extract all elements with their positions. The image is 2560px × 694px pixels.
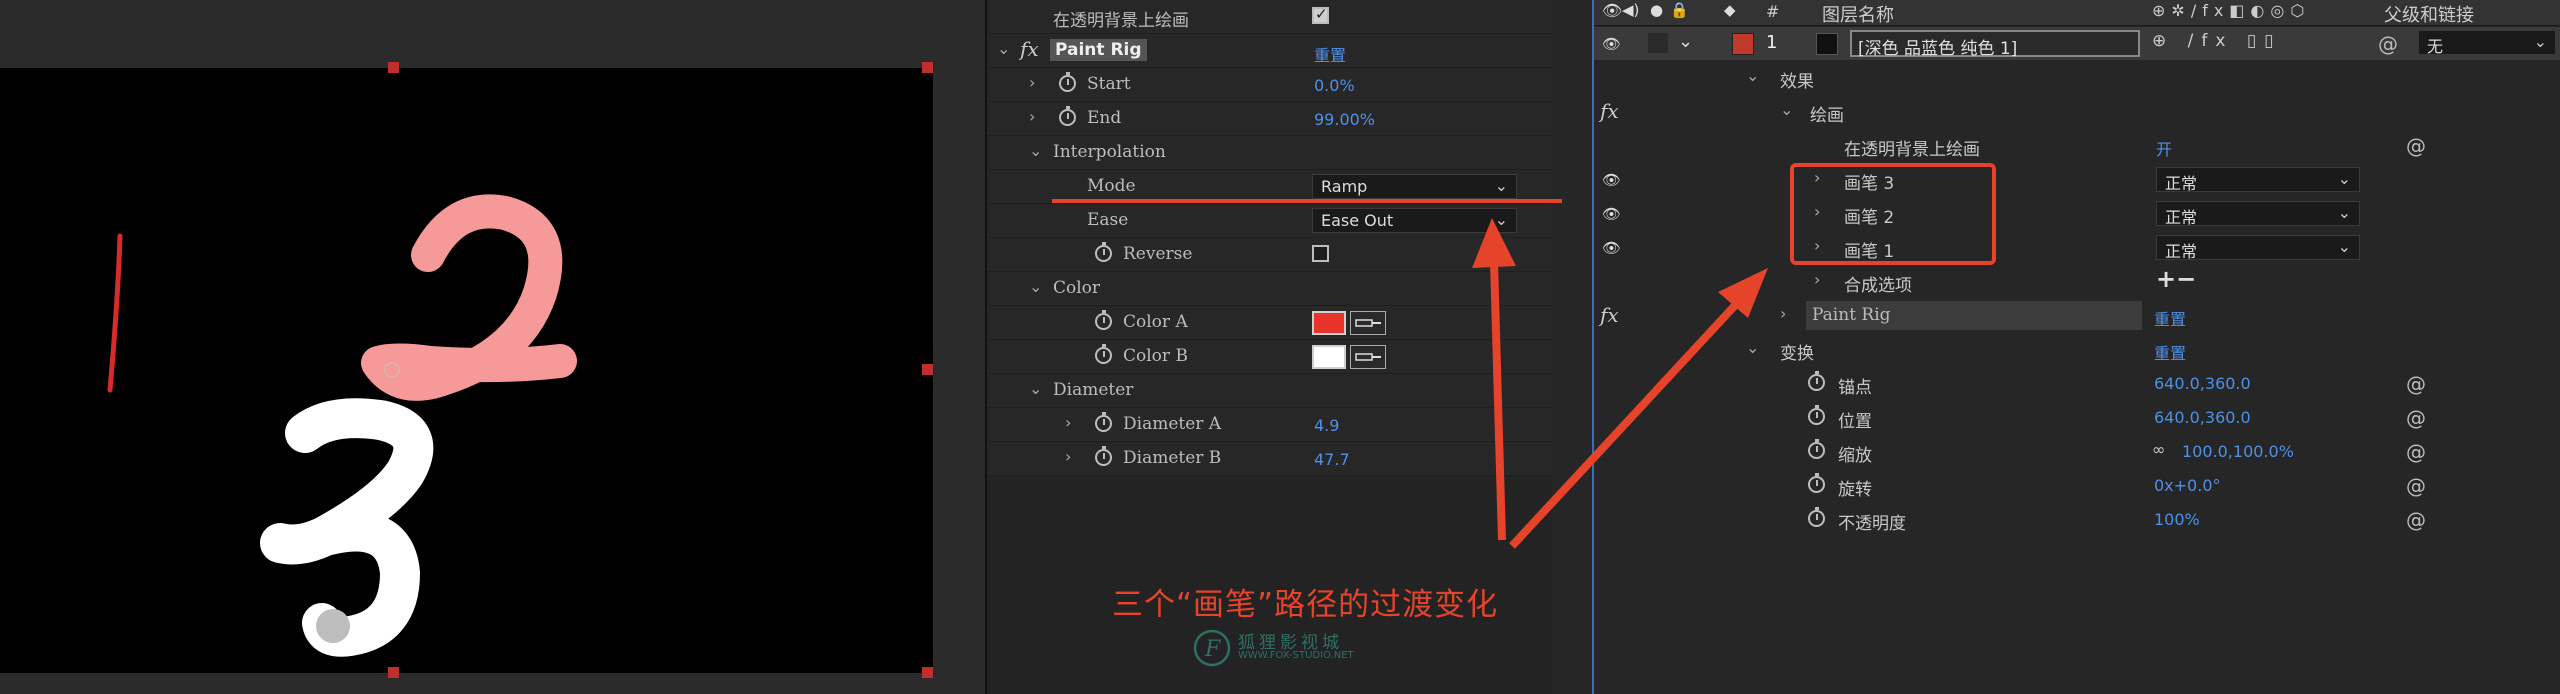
svg-text:F: F: [1204, 637, 1221, 662]
annotation-arrow-up: [1490, 261, 1506, 541]
watermark-logo-icon: F: [1193, 629, 1231, 667]
annotation-caption: 三个“画笔”路径的过渡变化: [1112, 587, 1499, 623]
annotation-arrowhead-up: [1472, 218, 1516, 268]
annotation-arrow-diagonal: [1509, 297, 1743, 549]
watermark-url: WWW.FOX-STUDIO.NET: [1238, 650, 1354, 661]
